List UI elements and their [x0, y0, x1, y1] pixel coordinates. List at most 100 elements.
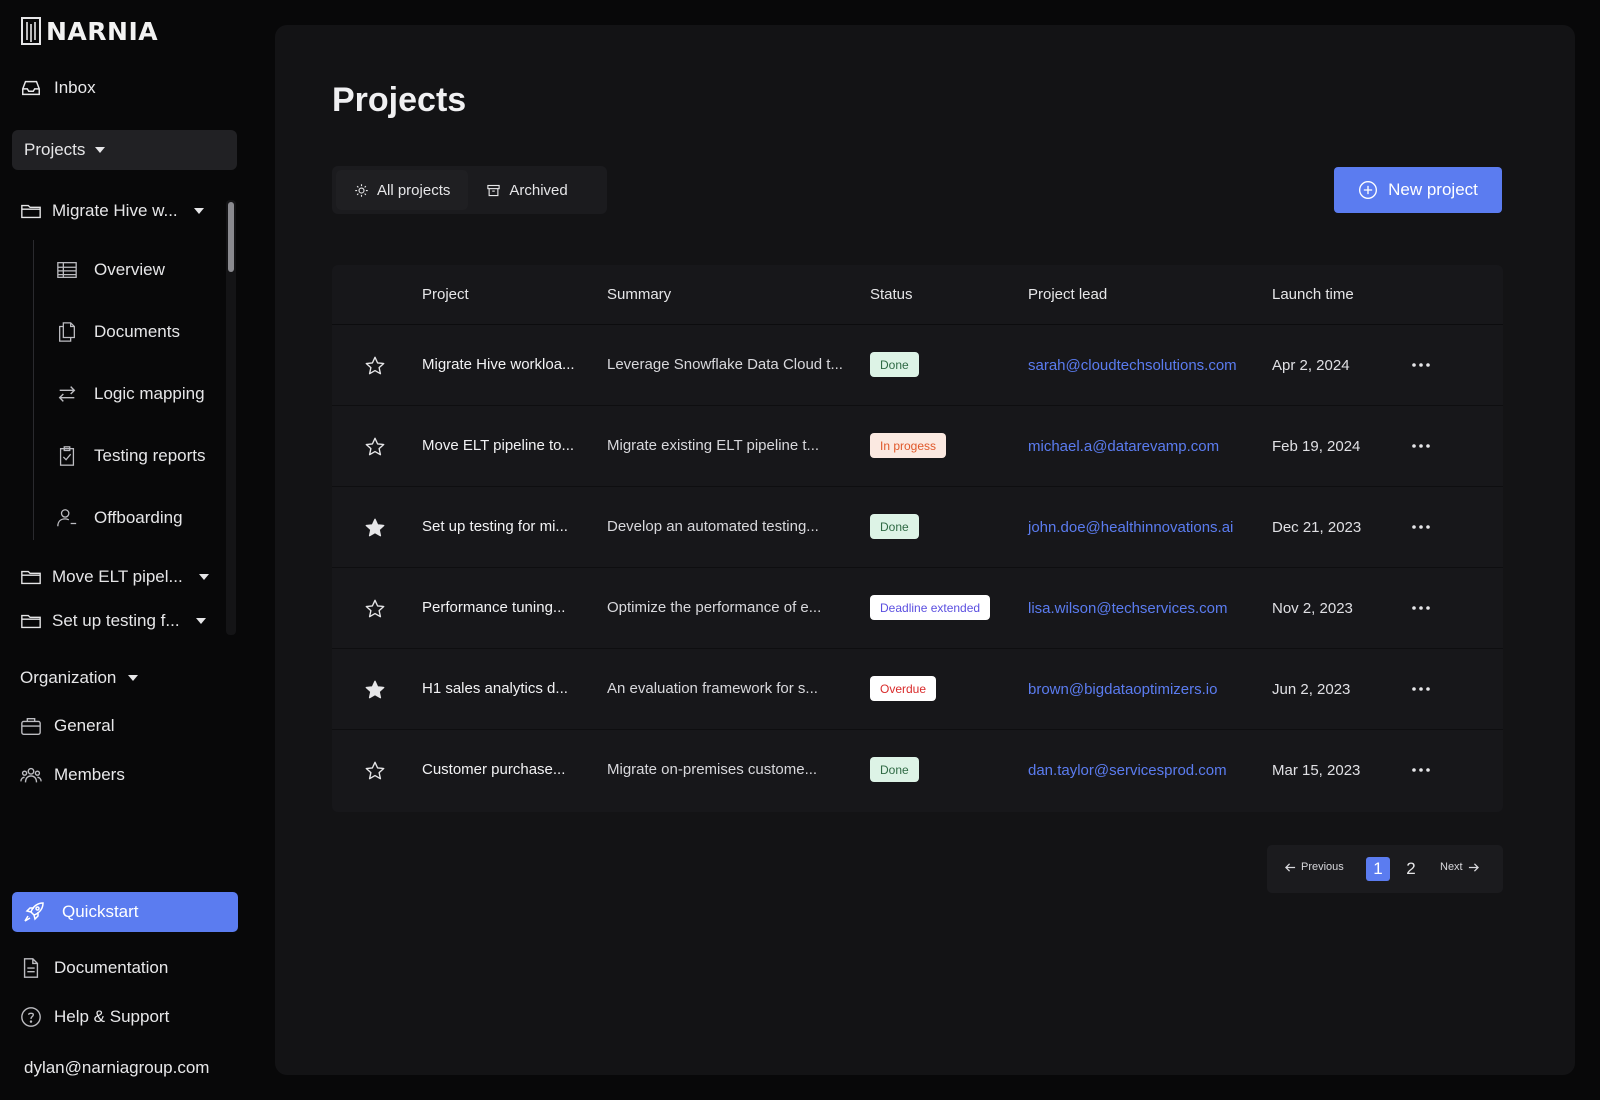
- status-badge: Deadline extended: [870, 595, 991, 620]
- user-email[interactable]: dylan@narniagroup.com: [24, 1058, 209, 1078]
- sidebar-item-label: Logic mapping: [94, 384, 205, 403]
- new-project-button[interactable]: New project: [1334, 167, 1502, 213]
- arrow-left-icon: [1285, 862, 1296, 872]
- project-name[interactable]: Set up testing for mi...: [422, 518, 568, 535]
- sidebar-item-logic-mapping[interactable]: Logic mapping: [56, 383, 205, 405]
- arrow-right-icon: [1468, 862, 1479, 872]
- pagination-next[interactable]: Next: [1440, 861, 1479, 873]
- nav-documentation-label: Documentation: [54, 958, 169, 977]
- nav-inbox[interactable]: Inbox: [20, 77, 96, 99]
- table-row[interactable]: Migrate Hive workloa... Leverage Snowfla…: [332, 325, 1503, 406]
- narnia-logo-icon: [21, 17, 41, 45]
- tab-all-projects[interactable]: All projects: [336, 170, 469, 210]
- launch-date: Dec 21, 2023: [1272, 519, 1362, 536]
- star-outline-icon[interactable]: [364, 436, 386, 458]
- sidebar-item-testing-reports[interactable]: Testing reports: [56, 445, 206, 467]
- nav-help-support[interactable]: Help & Support: [20, 1006, 169, 1028]
- project-lead-email[interactable]: sarah@cloudtechsolutions.com: [1028, 357, 1237, 374]
- help-icon: [21, 1007, 41, 1027]
- column-header-summary[interactable]: Summary: [607, 286, 671, 303]
- project-lead-email[interactable]: john.doe@healthinnovations.ai: [1028, 519, 1233, 536]
- table-row[interactable]: H1 sales analytics d... An evaluation fr…: [332, 649, 1503, 730]
- pagination-previous[interactable]: Previous: [1285, 861, 1344, 873]
- quickstart-button[interactable]: Quickstart: [12, 892, 238, 932]
- nav-documentation[interactable]: Documentation: [20, 957, 168, 979]
- table-header: Project Summary Status Project lead Laun…: [332, 265, 1503, 325]
- folder-project-3[interactable]: Set up testing f...: [20, 610, 206, 632]
- project-lead-email[interactable]: lisa.wilson@techservices.com: [1028, 600, 1227, 617]
- launch-date: Jun 2, 2023: [1272, 681, 1351, 698]
- star-filled-icon[interactable]: [364, 517, 386, 539]
- sidebar-item-overview[interactable]: Overview: [56, 259, 165, 281]
- chevron-down-icon[interactable]: [195, 618, 206, 624]
- sidebar-item-documents[interactable]: Documents: [56, 321, 180, 343]
- more-options-icon[interactable]: [1409, 599, 1433, 617]
- chevron-down-icon[interactable]: [198, 574, 209, 580]
- brand-logo[interactable]: NARNIA: [20, 16, 158, 46]
- project-lead-email[interactable]: michael.a@datarevamp.com: [1028, 438, 1219, 455]
- column-header-project-lead[interactable]: Project lead: [1028, 286, 1107, 303]
- tree-connector: [33, 240, 34, 540]
- project-lead-email[interactable]: dan.taylor@servicesprod.com: [1028, 762, 1227, 779]
- table-row[interactable]: Performance tuning... Optimize the perfo…: [332, 568, 1503, 649]
- pagination-page-1[interactable]: 1: [1366, 857, 1390, 881]
- more-options-icon[interactable]: [1409, 437, 1433, 455]
- column-header-project[interactable]: Project: [422, 286, 469, 303]
- folder-project-1[interactable]: Migrate Hive w...: [20, 200, 204, 222]
- more-options-icon[interactable]: [1409, 761, 1433, 779]
- projects-select[interactable]: Projects: [12, 130, 237, 170]
- tab-archived[interactable]: Archived: [468, 170, 585, 210]
- sidebar-item-label: Overview: [94, 260, 165, 279]
- nav-help-label: Help & Support: [54, 1007, 170, 1026]
- star-outline-icon[interactable]: [364, 760, 386, 782]
- projects-table: Project Summary Status Project lead Laun…: [332, 265, 1503, 812]
- more-options-icon[interactable]: [1409, 356, 1433, 374]
- column-header-launch-time[interactable]: Launch time: [1272, 286, 1354, 303]
- folder-icon: [21, 204, 41, 219]
- pagination-page-2[interactable]: 2: [1399, 857, 1423, 881]
- status-badge: Done: [870, 757, 919, 782]
- status-badge: Done: [870, 352, 919, 377]
- chevron-down-icon: [95, 147, 106, 153]
- pagination-next-label: Next: [1440, 861, 1463, 873]
- briefcase-icon: [21, 717, 41, 735]
- nav-members[interactable]: Members: [20, 764, 125, 786]
- project-summary: Develop an automated testing...: [607, 518, 819, 535]
- sun-icon: [355, 183, 368, 197]
- sidebar: NARNIA Inbox Projects Migrate Hive w... …: [0, 0, 250, 1100]
- column-header-status[interactable]: Status: [870, 286, 913, 303]
- quickstart-label: Quickstart: [62, 902, 139, 921]
- new-project-label: New project: [1388, 180, 1478, 199]
- launch-date: Feb 19, 2024: [1272, 438, 1361, 455]
- organization-toggle[interactable]: Organization: [20, 668, 139, 688]
- main-panel: Projects All projects Archived New proje…: [275, 25, 1575, 1075]
- project-name[interactable]: Migrate Hive workloa...: [422, 356, 575, 373]
- project-name[interactable]: Move ELT pipeline to...: [422, 437, 574, 454]
- more-options-icon[interactable]: [1409, 680, 1433, 698]
- more-options-icon[interactable]: [1409, 518, 1433, 536]
- star-outline-icon[interactable]: [364, 355, 386, 377]
- users-icon: [20, 767, 42, 783]
- chevron-down-icon[interactable]: [193, 208, 204, 214]
- folder-label: Migrate Hive w...: [52, 201, 178, 220]
- sidebar-scrollbar-thumb[interactable]: [228, 202, 234, 272]
- table-row[interactable]: Customer purchase... Migrate on-premises…: [332, 730, 1503, 811]
- tab-label: Archived: [509, 181, 568, 199]
- table-row[interactable]: Set up testing for mi... Develop an auto…: [332, 487, 1503, 568]
- tab-label: All projects: [377, 181, 451, 199]
- project-name[interactable]: H1 sales analytics d...: [422, 680, 568, 697]
- project-name[interactable]: Performance tuning...: [422, 599, 565, 616]
- sidebar-item-offboarding[interactable]: Offboarding: [56, 507, 183, 529]
- folder-project-2[interactable]: Move ELT pipel...: [20, 566, 209, 588]
- star-filled-icon[interactable]: [364, 679, 386, 701]
- table-row[interactable]: Move ELT pipeline to... Migrate existing…: [332, 406, 1503, 487]
- plus-circle-icon: [1359, 181, 1378, 199]
- star-outline-icon[interactable]: [364, 598, 386, 620]
- nav-members-label: Members: [54, 765, 125, 784]
- project-name[interactable]: Customer purchase...: [422, 761, 565, 778]
- launch-date: Mar 15, 2023: [1272, 762, 1361, 779]
- pagination-previous-label: Previous: [1301, 861, 1344, 873]
- nav-general[interactable]: General: [20, 715, 114, 737]
- status-badge: In progess: [870, 433, 947, 458]
- project-lead-email[interactable]: brown@bigdataoptimizers.io: [1028, 681, 1218, 698]
